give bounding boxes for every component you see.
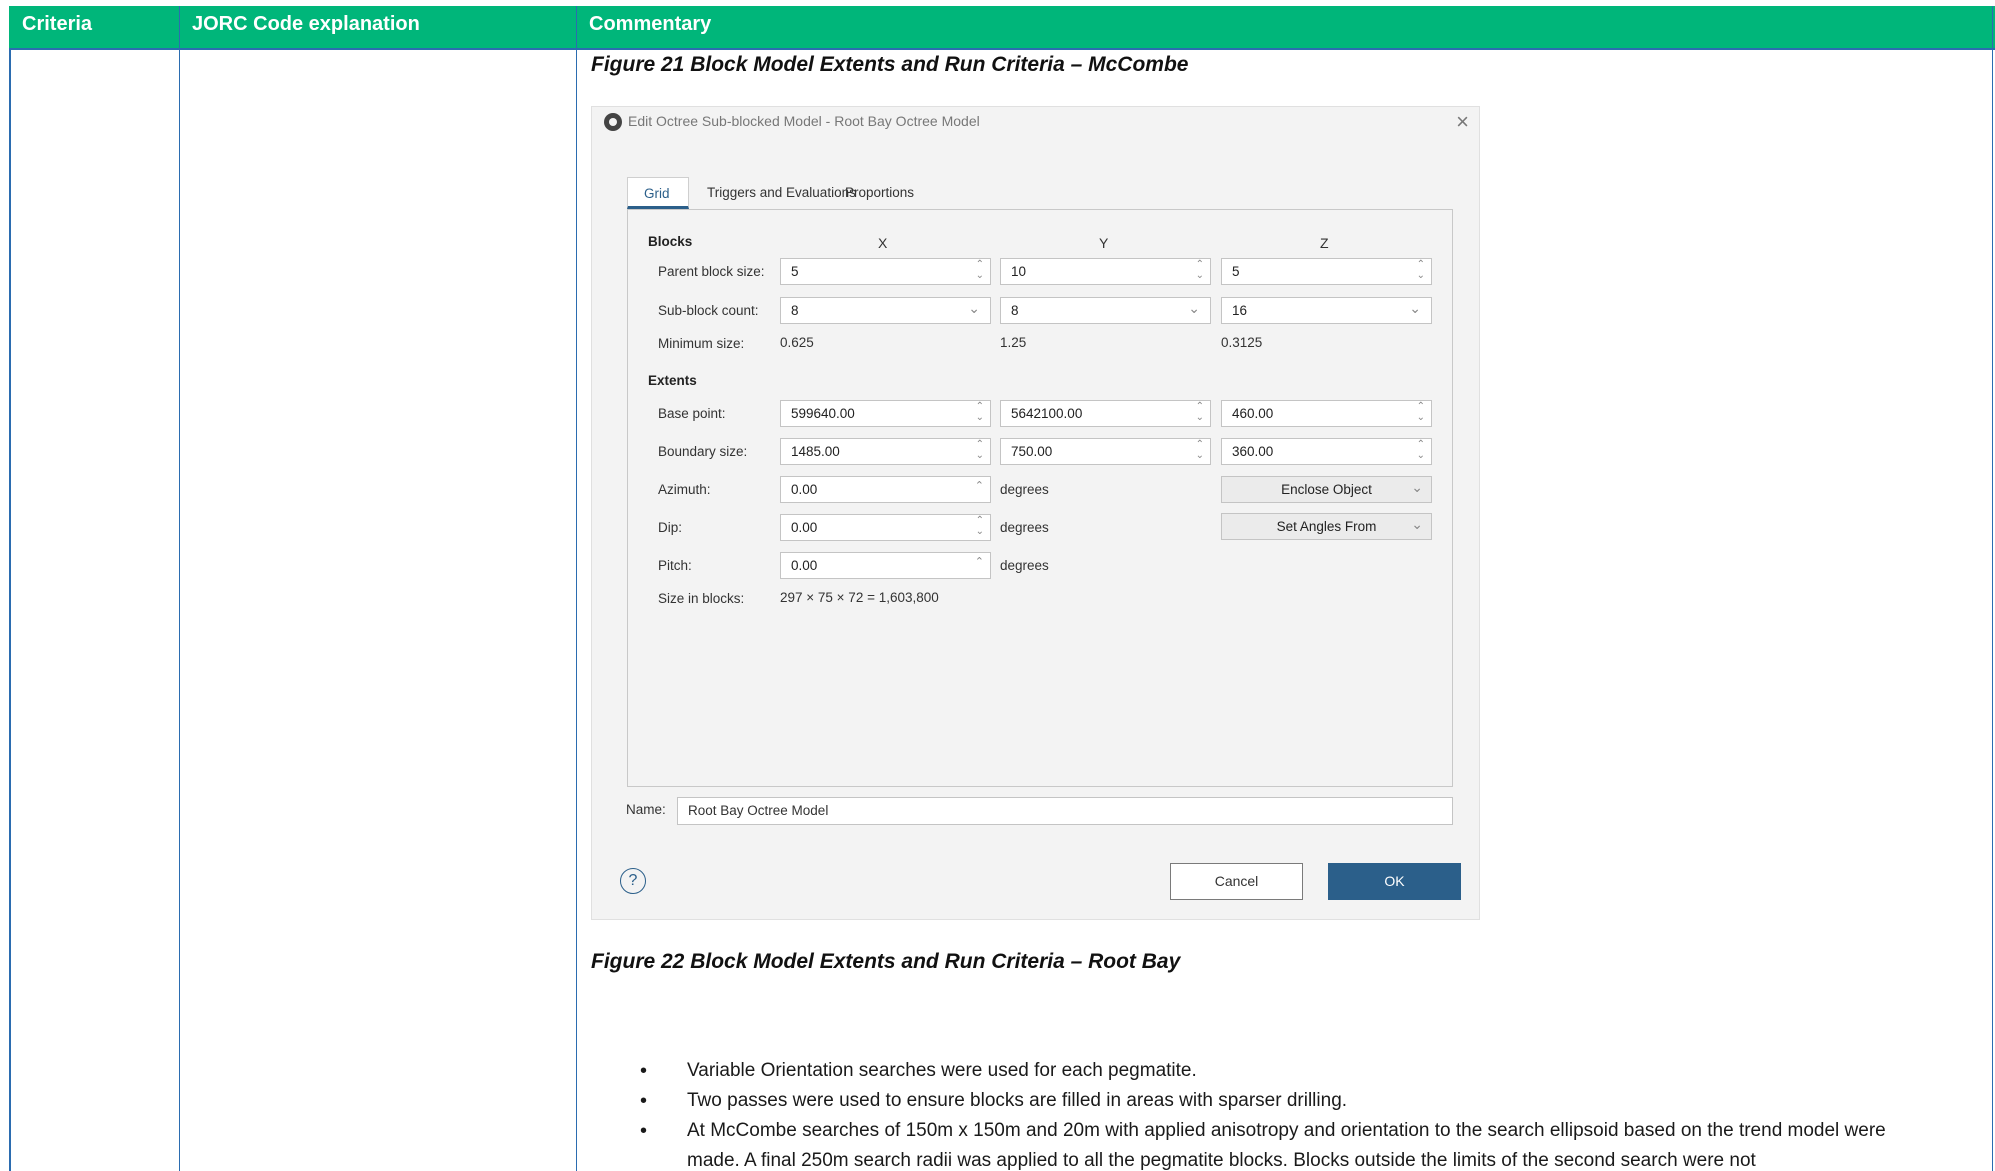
column-y-label: Y <box>1099 235 1109 251</box>
list-item: At McCombe searches of 150m x 150m and 2… <box>640 1116 1940 1171</box>
table-header-row: Criteria JORC Code explanation Commentar… <box>9 6 1995 50</box>
boundary-size-x-input[interactable]: 1485.00 <box>780 438 991 465</box>
extents-section-label: Extents <box>648 373 697 388</box>
enclose-object-button[interactable]: Enclose Object <box>1221 476 1432 503</box>
base-point-label: Base point: <box>658 406 726 421</box>
azimuth-input[interactable]: 0.00 <box>780 476 991 503</box>
commentary-bullet-list: Variable Orientation searches were used … <box>640 1056 1940 1171</box>
set-angles-from-button[interactable]: Set Angles From <box>1221 513 1432 540</box>
name-label: Name: <box>626 802 666 817</box>
minimum-size-z-value: 0.3125 <box>1221 335 1263 350</box>
dip-input[interactable]: 0.00 <box>780 514 991 541</box>
ok-button[interactable]: OK <box>1328 863 1461 900</box>
boundary-size-y-input[interactable]: 750.00 <box>1000 438 1211 465</box>
size-in-blocks-value: 297 × 75 × 72 = 1,603,800 <box>780 590 939 605</box>
column-divider <box>576 6 577 1171</box>
app-logo-icon <box>604 113 622 131</box>
pitch-input[interactable]: 0.00 <box>780 552 991 579</box>
sub-block-count-z-select[interactable]: 16 <box>1221 297 1432 324</box>
dialog-title: Edit Octree Sub-blocked Model - Root Bay… <box>628 113 980 129</box>
dip-label: Dip: <box>658 520 683 535</box>
header-jorc-explanation: JORC Code explanation <box>192 13 420 35</box>
cancel-button[interactable]: Cancel <box>1170 863 1303 900</box>
dialog-titlebar: Edit Octree Sub-blocked Model - Root Bay… <box>592 107 1479 137</box>
boundary-size-z-input[interactable]: 360.00 <box>1221 438 1432 465</box>
column-z-label: Z <box>1320 235 1329 251</box>
help-icon[interactable]: ? <box>620 868 646 894</box>
name-input[interactable]: Root Bay Octree Model <box>677 797 1453 825</box>
list-item: Variable Orientation searches were used … <box>640 1056 1940 1086</box>
parent-block-size-x-input[interactable]: 5 <box>780 258 991 285</box>
base-point-z-input[interactable]: 460.00 <box>1221 400 1432 427</box>
sub-block-count-y-select[interactable]: 8 <box>1000 297 1211 324</box>
azimuth-label: Azimuth: <box>658 482 711 497</box>
column-divider <box>179 6 180 1171</box>
sub-block-count-label: Sub-block count: <box>658 303 759 318</box>
close-icon[interactable]: × <box>1456 109 1469 135</box>
header-criteria: Criteria <box>22 13 93 35</box>
header-commentary: Commentary <box>589 13 712 35</box>
pitch-label: Pitch: <box>658 558 692 573</box>
column-divider <box>1992 6 1993 1171</box>
octree-model-dialog-screenshot: Edit Octree Sub-blocked Model - Root Bay… <box>591 106 1480 920</box>
parent-block-size-label: Parent block size: <box>658 264 765 279</box>
size-in-blocks-label: Size in blocks: <box>658 591 745 606</box>
tab-grid[interactable]: Grid <box>627 177 689 209</box>
dip-unit: degrees <box>1000 520 1049 535</box>
boundary-size-label: Boundary size: <box>658 444 748 459</box>
sub-block-count-x-select[interactable]: 8 <box>780 297 991 324</box>
parent-block-size-y-input[interactable]: 10 <box>1000 258 1211 285</box>
minimum-size-x-value: 0.625 <box>780 335 814 350</box>
minimum-size-y-value: 1.25 <box>1000 335 1027 350</box>
minimum-size-label: Minimum size: <box>658 336 745 351</box>
base-point-y-input[interactable]: 5642100.00 <box>1000 400 1211 427</box>
base-point-x-input[interactable]: 599640.00 <box>780 400 991 427</box>
list-item: Two passes were used to ensure blocks ar… <box>640 1086 1940 1116</box>
figure-21-caption: Figure 21 Block Model Extents and Run Cr… <box>591 53 1189 76</box>
parent-block-size-z-input[interactable]: 5 <box>1221 258 1432 285</box>
column-x-label: X <box>878 235 888 251</box>
blocks-section-label: Blocks <box>648 234 693 249</box>
grid-panel: Blocks X Y Z Parent block size: 5 10 5 S… <box>627 209 1453 787</box>
pitch-unit: degrees <box>1000 558 1049 573</box>
azimuth-unit: degrees <box>1000 482 1049 497</box>
figure-22-caption: Figure 22 Block Model Extents and Run Cr… <box>591 950 1181 973</box>
tab-proportions[interactable]: Proportions <box>829 177 930 209</box>
